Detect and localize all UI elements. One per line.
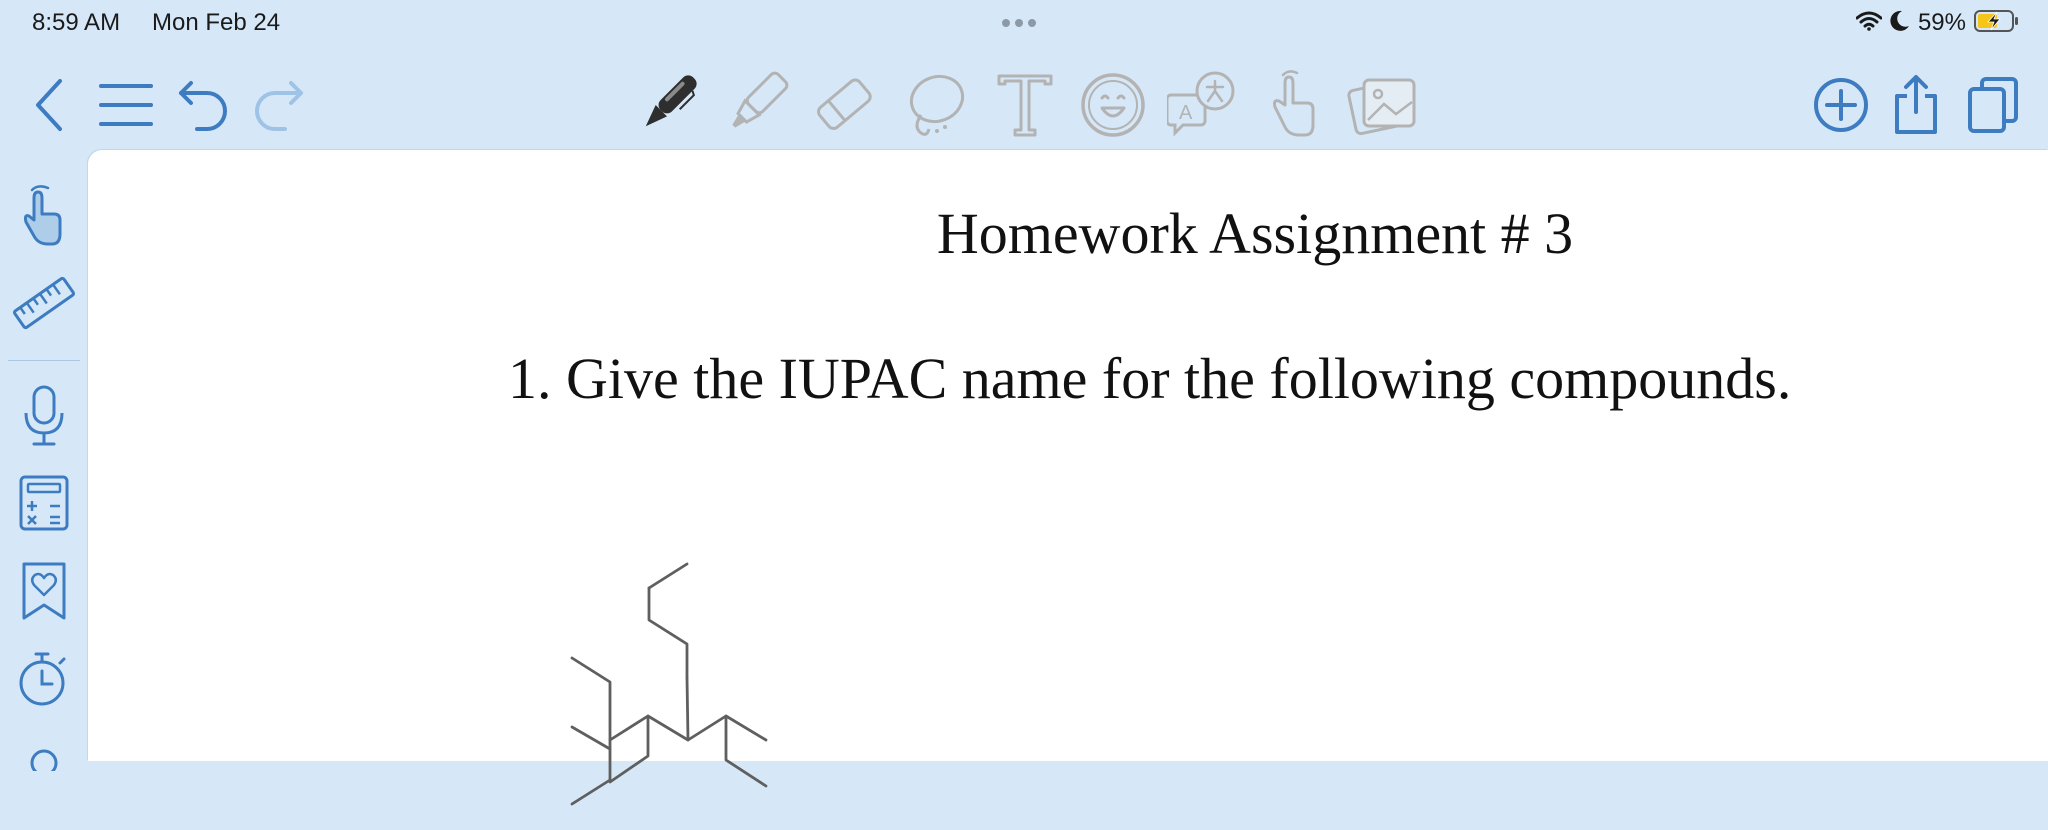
sidebar-item-more[interactable] <box>4 736 84 776</box>
sidebar-item-microphone[interactable] <box>4 380 84 452</box>
document-title: Homework Assignment # 3 <box>936 201 1574 266</box>
battery-percent: 59% <box>1917 9 1966 36</box>
text-tool-icon <box>997 74 1053 137</box>
sidebar-item-bookmark[interactable] <box>4 558 84 624</box>
back-button[interactable] <box>22 60 78 150</box>
tool-pen[interactable] <box>626 60 708 150</box>
question-text: 1. Give the IUPAC name for the following… <box>508 346 1792 411</box>
pointer-hand-icon <box>1273 70 1315 137</box>
status-indicators: 59% <box>1855 8 2020 38</box>
tool-translate[interactable]: A <box>1162 60 1244 150</box>
pen-icon <box>645 75 697 127</box>
lasso-icon <box>909 74 965 136</box>
skeletal-structure-diagram <box>570 562 768 806</box>
circle-icon <box>30 749 58 771</box>
copy-pages-icon <box>1968 77 2018 133</box>
svg-text:A: A <box>1179 102 1193 124</box>
redo-button[interactable] <box>248 60 310 150</box>
tool-laser-pointer[interactable] <box>1252 60 1334 150</box>
tool-sticker[interactable] <box>1072 60 1154 150</box>
wifi-icon <box>1855 11 1883 36</box>
do-not-disturb-moon-icon <box>1890 10 1910 37</box>
tool-lasso[interactable] <box>894 60 976 150</box>
battery-charging-icon <box>1974 9 2020 38</box>
pages-button[interactable] <box>1962 60 2024 150</box>
bookmark-heart-icon <box>22 562 66 620</box>
ruler-icon <box>12 276 76 330</box>
menu-button[interactable] <box>94 60 158 150</box>
stopwatch-icon <box>19 652 66 706</box>
sidebar-item-timer[interactable] <box>4 646 84 712</box>
list-icon <box>99 84 153 126</box>
multitasking-handle[interactable] <box>1002 19 1036 27</box>
status-date: Mon Feb 24 <box>152 9 281 36</box>
add-button[interactable] <box>1808 60 1874 150</box>
redo-icon <box>255 81 303 131</box>
tool-highlighter[interactable] <box>714 60 796 150</box>
tool-image[interactable] <box>1340 60 1424 150</box>
sidebar-divider <box>8 360 80 361</box>
share-icon <box>1895 75 1937 134</box>
calculator-icon <box>19 475 69 531</box>
document-page[interactable]: Homework Assignment # 3 1. Give the IUPA… <box>88 150 2048 806</box>
translate-icon: A <box>1167 71 1235 137</box>
sidebar <box>0 150 88 771</box>
hand-gesture-icon <box>23 185 62 246</box>
sidebar-item-hand[interactable] <box>4 180 84 250</box>
sidebar-item-ruler[interactable] <box>4 268 84 338</box>
tool-eraser[interactable] <box>804 60 886 150</box>
plus-circle-icon <box>1814 78 1868 132</box>
tool-text[interactable] <box>984 60 1066 150</box>
sidebar-item-calculator[interactable] <box>4 470 84 536</box>
chevron-left-icon <box>36 79 62 131</box>
undo-button[interactable] <box>172 60 234 150</box>
share-button[interactable] <box>1886 60 1946 150</box>
sticker-icon <box>1081 73 1145 137</box>
image-icon <box>1347 78 1416 136</box>
highlighter-icon <box>732 71 789 128</box>
status-time: 8:59 AM <box>32 9 121 36</box>
status-bar: 8:59 AM Mon Feb 24 59% <box>0 0 2048 46</box>
eraser-icon <box>817 78 872 130</box>
microphone-icon <box>24 385 64 446</box>
toolbar: A <box>0 60 2048 150</box>
undo-icon <box>179 81 227 131</box>
